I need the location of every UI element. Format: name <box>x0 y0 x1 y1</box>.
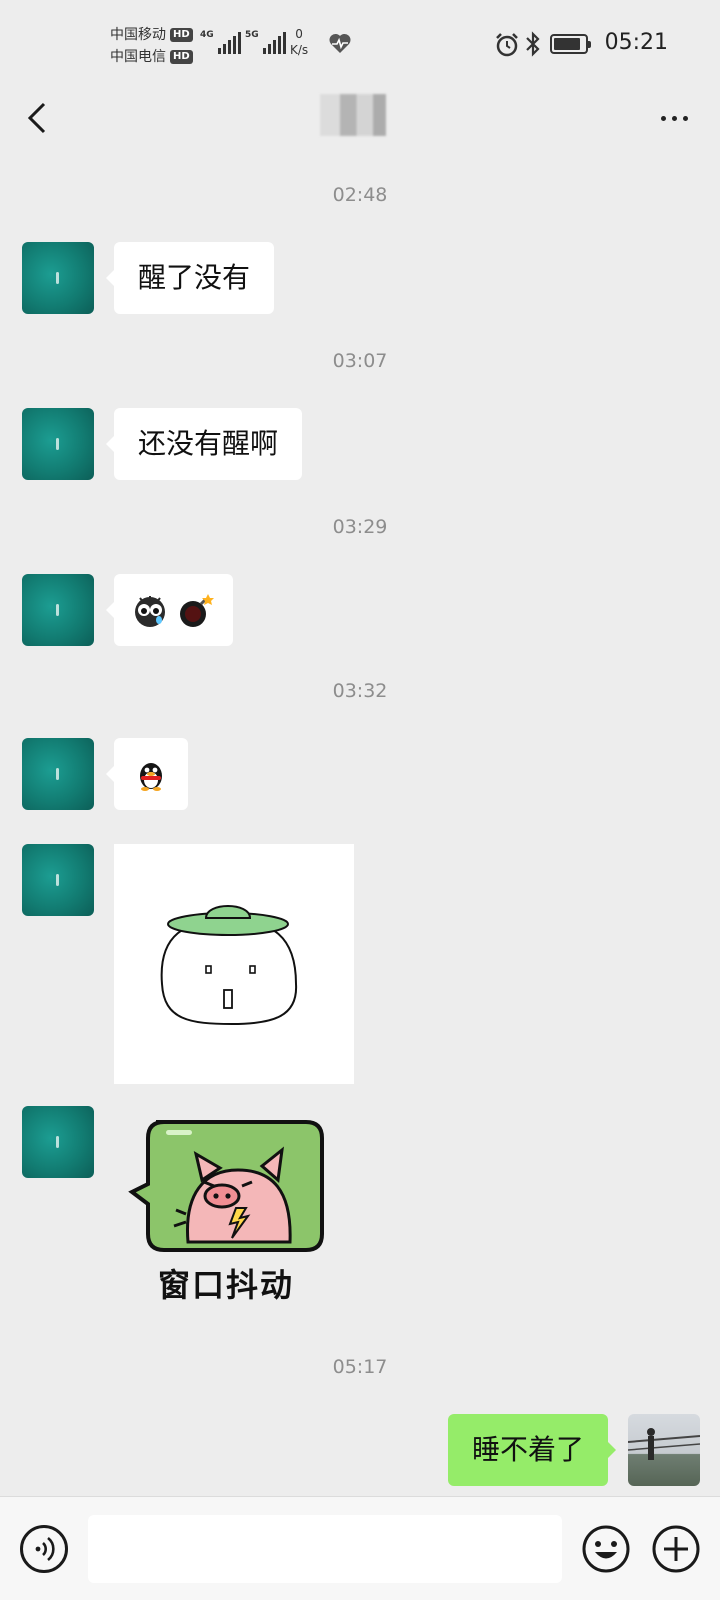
chat-messages[interactable]: 02:48 醒了没有 03:07 还没有醒啊 03:29 03:32 窗口抖动 … <box>0 148 720 1496</box>
contact-name-blurred <box>320 94 386 136</box>
signal-2-icon: 5G <box>245 30 286 54</box>
battery-icon <box>550 34 591 54</box>
status-bar: 中国移动 HD 中国电信 HD 4G 5G 0 K/s 05:21 <box>0 0 720 92</box>
my-avatar[interactable] <box>628 1414 700 1486</box>
message-input[interactable] <box>88 1515 562 1583</box>
status-time: 05:21 <box>604 30 668 55</box>
emoji-message-bubble[interactable] <box>106 738 188 810</box>
signal-2-type: 5G <box>245 30 259 40</box>
green-hat-dumpling-sticker-icon <box>160 905 298 1026</box>
signal-1-icon: 4G <box>200 30 241 54</box>
contact-avatar[interactable] <box>22 242 94 314</box>
alarm-icon <box>496 33 518 57</box>
voice-input-button[interactable] <box>20 1525 68 1573</box>
emoji-message-bubble[interactable] <box>106 574 233 646</box>
crying-face-emoji-icon <box>135 596 165 627</box>
sticker-caption: 窗口抖动 <box>157 1266 294 1304</box>
qq-penguin-emoji-icon <box>140 763 162 791</box>
net-speed-value: 0 <box>295 27 303 41</box>
incoming-message-bubble[interactable]: 还没有醒啊 <box>105 408 303 480</box>
add-more-button-icon[interactable] <box>650 1523 702 1575</box>
outgoing-message-bubble[interactable]: 睡不着了 <box>447 1414 617 1486</box>
more-dot-icon <box>671 115 677 121</box>
message-timestamp: 05:17 <box>332 1356 388 1378</box>
more-dot-icon <box>682 115 688 121</box>
hd-badge-1: HD <box>170 28 193 42</box>
contact-avatar[interactable] <box>22 1106 94 1178</box>
chat-header <box>0 92 720 148</box>
contact-avatar[interactable] <box>22 408 94 480</box>
carrier-1-label: 中国移动 <box>110 27 166 43</box>
contact-avatar[interactable] <box>22 574 94 646</box>
message-timestamp: 03:29 <box>332 516 388 538</box>
message-timestamp: 03:32 <box>332 680 388 702</box>
contact-avatar[interactable] <box>22 844 94 916</box>
net-speed: 0 K/s <box>290 26 308 58</box>
signal-1-type: 4G <box>200 30 214 40</box>
sticker-message[interactable] <box>114 844 354 1084</box>
pig-window-shake-sticker-icon <box>128 1120 324 1252</box>
contact-avatar[interactable] <box>22 738 94 810</box>
net-speed-unit: K/s <box>290 43 309 57</box>
sticker-message[interactable]: 窗口抖动 <box>126 1110 326 1304</box>
message-timestamp: 02:48 <box>332 184 388 206</box>
more-options-button[interactable] <box>654 106 694 130</box>
carrier-info: 中国移动 HD 中国电信 HD <box>110 24 193 68</box>
person-photo-icon <box>628 1428 700 1460</box>
bomb-emoji-icon <box>179 594 214 627</box>
incoming-message-bubble[interactable]: 醒了没有 <box>105 242 275 314</box>
input-bar <box>0 1496 720 1600</box>
more-dot-icon <box>660 115 666 121</box>
hd-badge-2: HD <box>170 50 193 64</box>
health-heart-icon <box>329 33 351 53</box>
emoji-button-icon[interactable] <box>580 1523 632 1575</box>
bluetooth-icon <box>526 31 540 57</box>
voice-wave-icon <box>35 1536 55 1562</box>
carrier-2-label: 中国电信 <box>110 49 166 65</box>
back-arrow-icon[interactable] <box>20 98 60 138</box>
message-timestamp: 03:07 <box>332 350 388 372</box>
